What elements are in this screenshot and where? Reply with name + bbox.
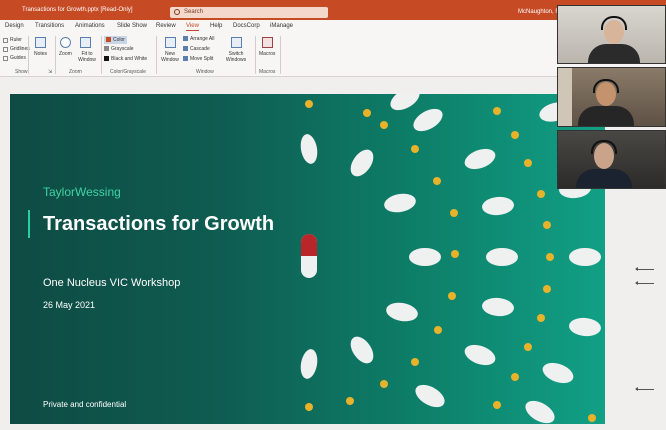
bw-swatch-icon (104, 56, 109, 62)
participant-body (588, 44, 640, 63)
participant-body (578, 106, 634, 126)
grayscale-swatch-icon (104, 46, 109, 52)
brand-logo-text: TaylorWessing (43, 185, 121, 199)
group-label-color: Color/Grayscale (110, 69, 146, 75)
pill-pattern-graphic (300, 94, 601, 424)
tab-imanage[interactable]: iManage (270, 23, 293, 29)
notes-icon[interactable] (35, 37, 46, 48)
arrow-left-icon (635, 387, 654, 391)
search-placeholder: Search (184, 9, 204, 15)
slide-footer: Private and confidential (43, 400, 127, 409)
accent-bar (28, 210, 30, 238)
arrow-left-icon (635, 267, 654, 271)
tab-review[interactable]: Review (156, 23, 176, 29)
guides-checkbox[interactable] (3, 56, 8, 61)
slide-subtitle: One Nucleus VIC Workshop (43, 277, 181, 289)
group-label-macros: Macros (259, 69, 276, 75)
arrow-left-icon (635, 281, 654, 285)
tab-help[interactable]: Help (210, 23, 222, 29)
search-icon (174, 9, 180, 15)
tab-view[interactable]: View (186, 23, 199, 31)
move-split-label: Move Split (190, 56, 214, 62)
headset-icon (593, 79, 619, 93)
bw-label: Black and White (111, 56, 148, 62)
show-dialog-launcher-icon[interactable]: ⇲ (48, 69, 52, 75)
slide[interactable]: TaylorWessing Transactions for Growth On… (10, 94, 605, 424)
group-label-window: Window (196, 69, 214, 75)
document-title: Transactions for Growth.pptx [Read-Only] (22, 7, 133, 13)
notes-button[interactable]: Notes (34, 51, 47, 57)
tab-slide-show[interactable]: Slide Show (117, 23, 147, 29)
tab-transitions[interactable]: Transitions (35, 23, 64, 29)
headset-icon (601, 16, 627, 30)
move-split-button[interactable]: Move Split (183, 56, 213, 62)
macros-button[interactable]: Macros (259, 51, 275, 57)
fit-to-window-icon[interactable] (80, 37, 91, 48)
switch-windows-button[interactable]: Switch Windows (222, 51, 250, 63)
cascade-icon (183, 46, 188, 52)
group-label-show: Show (15, 69, 28, 75)
tab-animations[interactable]: Animations (75, 23, 105, 29)
divider (55, 36, 56, 74)
move-split-icon (183, 56, 188, 62)
tab-docscorp[interactable]: DocsCorp (233, 23, 260, 29)
fit-to-window-button[interactable]: Fit to Window (76, 51, 98, 63)
arrange-all-button[interactable]: Arrange All (183, 36, 214, 42)
slide-date: 26 May 2021 (43, 300, 96, 310)
zoom-icon[interactable] (60, 37, 71, 48)
color-swatch-icon (106, 37, 111, 43)
divider (28, 36, 29, 74)
grayscale-button[interactable]: Grayscale (104, 46, 134, 52)
new-window-icon[interactable] (165, 37, 176, 48)
divider (280, 36, 281, 74)
gridlines-label: Gridlines (10, 46, 30, 52)
video-tile-participant-1[interactable] (557, 5, 666, 64)
color-button[interactable]: Color (104, 36, 127, 44)
group-label-zoom: Zoom (69, 69, 82, 75)
switch-windows-icon[interactable] (231, 37, 242, 48)
cascade-button[interactable]: Cascade (183, 46, 210, 52)
macros-icon[interactable] (262, 37, 273, 48)
slide-title: Transactions for Growth (43, 213, 275, 235)
capsule-graphic (301, 234, 317, 278)
divider (101, 36, 102, 74)
participant-body (576, 169, 632, 188)
grayscale-label: Grayscale (111, 46, 134, 52)
video-tile-participant-3[interactable] (557, 130, 666, 189)
headset-icon (591, 140, 617, 154)
new-window-button[interactable]: New Window (159, 51, 181, 63)
ruler-label: Ruler (10, 37, 22, 43)
search-box[interactable]: Search (170, 7, 328, 18)
black-and-white-button[interactable]: Black and White (104, 56, 147, 62)
zoom-button[interactable]: Zoom (59, 51, 72, 57)
color-label: Color (113, 37, 125, 43)
divider (255, 36, 256, 74)
tab-design[interactable]: Design (5, 23, 24, 29)
gridlines-checkbox[interactable] (3, 47, 8, 52)
guides-label: Guides (10, 55, 26, 61)
divider (156, 36, 157, 74)
window-background (558, 68, 572, 126)
arrange-all-label: Arrange All (190, 36, 215, 42)
video-tile-participant-2[interactable] (557, 67, 666, 127)
cascade-label: Cascade (190, 46, 210, 52)
arrange-all-icon (183, 36, 188, 42)
ruler-checkbox[interactable] (3, 38, 8, 43)
